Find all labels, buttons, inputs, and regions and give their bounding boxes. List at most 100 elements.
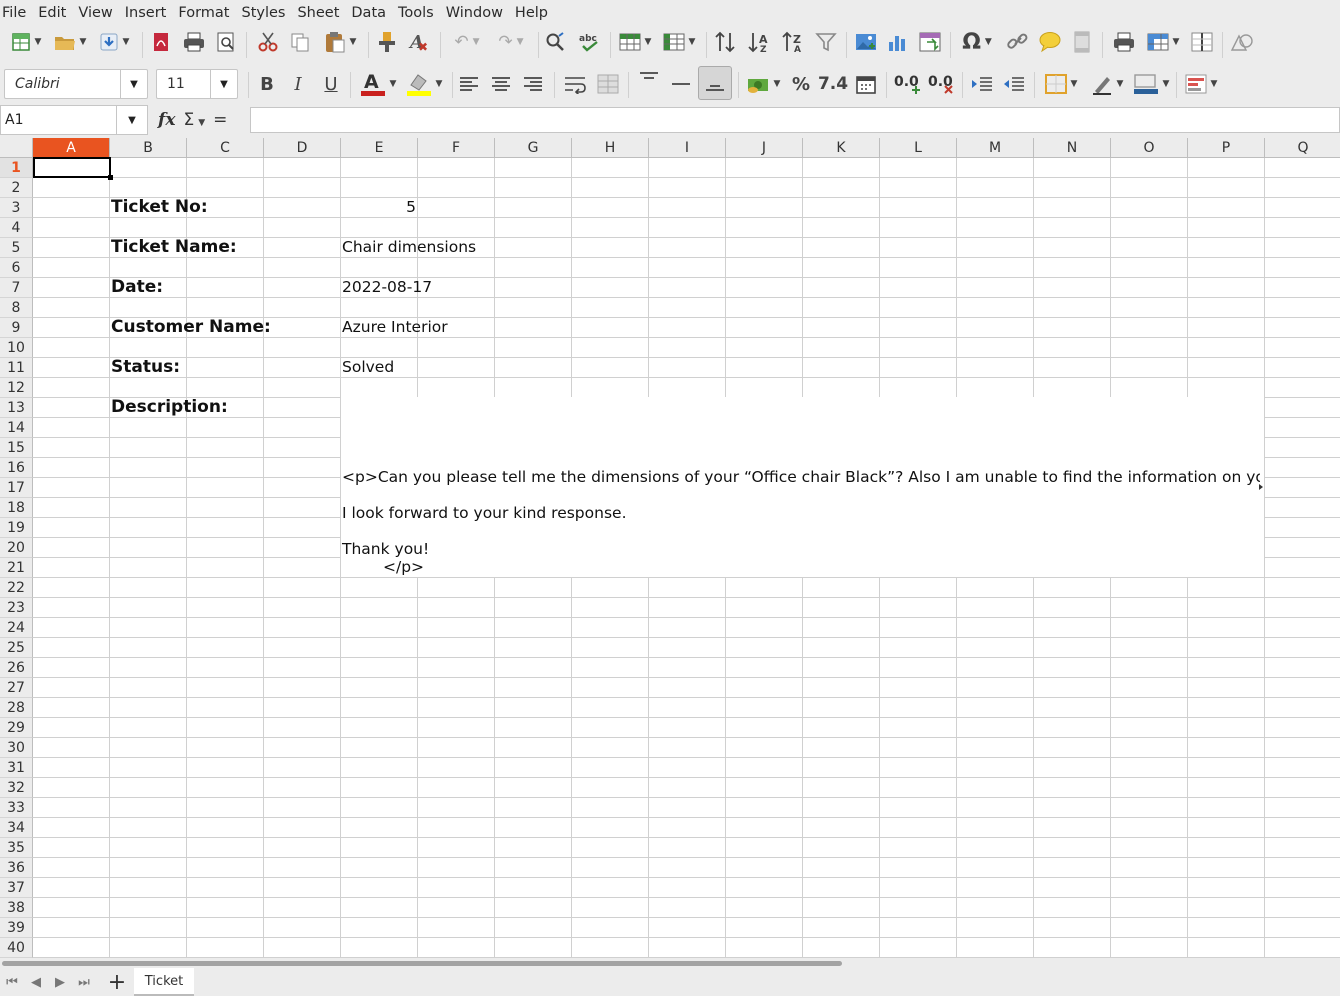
chart-icon[interactable]: [884, 26, 912, 58]
highlight-color-icon[interactable]: ▼: [402, 68, 446, 100]
italic-icon[interactable]: I: [286, 68, 310, 100]
add-decimal-icon[interactable]: 0.0: [892, 68, 922, 100]
shapes-icon[interactable]: [1228, 26, 1256, 58]
row-header-25[interactable]: 25: [0, 638, 33, 658]
row-header-40[interactable]: 40: [0, 938, 33, 958]
row-header-30[interactable]: 30: [0, 738, 33, 758]
align-right-icon[interactable]: [520, 68, 546, 100]
formula-icon[interactable]: =: [213, 110, 227, 130]
border-color-icon[interactable]: ▼: [1130, 68, 1172, 100]
row-header-20[interactable]: 20: [0, 538, 33, 558]
row-header-31[interactable]: 31: [0, 758, 33, 778]
number-format-icon[interactable]: 7.4: [818, 68, 848, 100]
chevron-down-icon[interactable]: ▼: [120, 70, 147, 98]
row-header-33[interactable]: 33: [0, 798, 33, 818]
print-area-icon[interactable]: [1110, 26, 1138, 58]
row-header-22[interactable]: 22: [0, 578, 33, 598]
menu-data[interactable]: Data: [347, 5, 394, 21]
select-all-corner[interactable]: [0, 138, 33, 158]
formula-input[interactable]: [250, 107, 1340, 133]
row-header-21[interactable]: 21: [0, 558, 33, 578]
image-icon[interactable]: [852, 26, 880, 58]
next-sheet-icon[interactable]: ▶: [52, 974, 68, 990]
column-header-d[interactable]: D: [264, 138, 341, 158]
row-header-11[interactable]: 11: [0, 358, 33, 378]
name-box[interactable]: A1 ▼: [0, 105, 148, 135]
print-preview-icon[interactable]: [214, 26, 238, 58]
borders-icon[interactable]: ▼: [1040, 68, 1082, 100]
menu-file[interactable]: File: [0, 5, 34, 21]
row-header-38[interactable]: 38: [0, 898, 33, 918]
sort-icon[interactable]: [710, 26, 740, 58]
column-header-n[interactable]: N: [1034, 138, 1111, 158]
column-header-k[interactable]: K: [803, 138, 880, 158]
row-header-24[interactable]: 24: [0, 618, 33, 638]
column-header-g[interactable]: G: [495, 138, 572, 158]
font-name-box[interactable]: Calibri ▼: [4, 69, 148, 99]
chevron-down-icon[interactable]: ▼: [210, 70, 237, 98]
row-header-16[interactable]: 16: [0, 458, 33, 478]
cut-icon[interactable]: [254, 26, 282, 58]
sort-descending-icon[interactable]: ZA: [778, 26, 808, 58]
ticket-no-value[interactable]: 5: [342, 197, 416, 217]
clear-format-icon[interactable]: A ✖: [406, 26, 432, 58]
menu-insert[interactable]: Insert: [121, 5, 175, 21]
horizontal-scrollbar[interactable]: [0, 958, 1340, 968]
column-header-m[interactable]: M: [957, 138, 1034, 158]
first-sheet-icon[interactable]: ⏮: [4, 974, 20, 990]
row-header-10[interactable]: 10: [0, 338, 33, 358]
column-header-l[interactable]: L: [880, 138, 957, 158]
menu-window[interactable]: Window: [442, 5, 511, 21]
row-header-36[interactable]: 36: [0, 858, 33, 878]
row-header-29[interactable]: 29: [0, 718, 33, 738]
print-icon[interactable]: [182, 26, 206, 58]
description-merged-cell[interactable]: [341, 397, 1264, 578]
comment-icon[interactable]: [1036, 26, 1064, 58]
font-color-icon[interactable]: A ▼: [356, 68, 400, 100]
open-icon[interactable]: ▼: [50, 26, 90, 58]
row-header-19[interactable]: 19: [0, 518, 33, 538]
column-header-h[interactable]: H: [572, 138, 649, 158]
increase-indent-icon[interactable]: [968, 68, 996, 100]
status-value[interactable]: Solved: [342, 357, 394, 377]
row-header-8[interactable]: 8: [0, 298, 33, 318]
add-sheet-icon[interactable]: +: [106, 970, 128, 995]
previous-sheet-icon[interactable]: ◀: [28, 974, 44, 990]
freeze-icon[interactable]: ▼: [1142, 26, 1184, 58]
wrap-text-icon[interactable]: [560, 68, 590, 100]
row-header-9[interactable]: 9: [0, 318, 33, 338]
font-size-box[interactable]: 11 ▼: [156, 69, 238, 99]
copy-icon[interactable]: [288, 26, 312, 58]
column-header-p[interactable]: P: [1188, 138, 1265, 158]
row-header-5[interactable]: 5: [0, 238, 33, 258]
menu-view[interactable]: View: [74, 5, 120, 21]
export-pdf-icon[interactable]: [150, 26, 172, 58]
function-wizard-icon[interactable]: fx: [158, 110, 175, 130]
menu-tools[interactable]: Tools: [394, 5, 442, 21]
special-character-icon[interactable]: Ω ▼: [956, 26, 998, 58]
row-header-1[interactable]: 1: [0, 158, 33, 178]
menu-sheet[interactable]: Sheet: [293, 5, 347, 21]
row-header-35[interactable]: 35: [0, 838, 33, 858]
row-header-26[interactable]: 26: [0, 658, 33, 678]
row-header-3[interactable]: 3: [0, 198, 33, 218]
column-header-q[interactable]: Q: [1265, 138, 1340, 158]
column-header-i[interactable]: I: [649, 138, 726, 158]
ticket-name-value[interactable]: Chair dimensions: [342, 237, 476, 257]
autofilter-icon[interactable]: [812, 26, 840, 58]
row-header-28[interactable]: 28: [0, 698, 33, 718]
row-header-12[interactable]: 12: [0, 378, 33, 398]
row-header-17[interactable]: 17: [0, 478, 33, 498]
new-icon[interactable]: ▼: [6, 26, 46, 58]
undo-icon[interactable]: ↶ ▼: [446, 26, 488, 58]
clone-format-icon[interactable]: [374, 26, 400, 58]
column-header-o[interactable]: O: [1111, 138, 1188, 158]
sort-ascending-icon[interactable]: AZ: [744, 26, 774, 58]
hyperlink-icon[interactable]: [1004, 26, 1032, 58]
fill-handle[interactable]: [108, 175, 113, 180]
merge-cells-icon[interactable]: [594, 68, 622, 100]
column-header-f[interactable]: F: [418, 138, 495, 158]
date-value[interactable]: 2022-08-17: [342, 277, 432, 297]
header-footer-icon[interactable]: [1068, 26, 1096, 58]
column-header-j[interactable]: J: [726, 138, 803, 158]
